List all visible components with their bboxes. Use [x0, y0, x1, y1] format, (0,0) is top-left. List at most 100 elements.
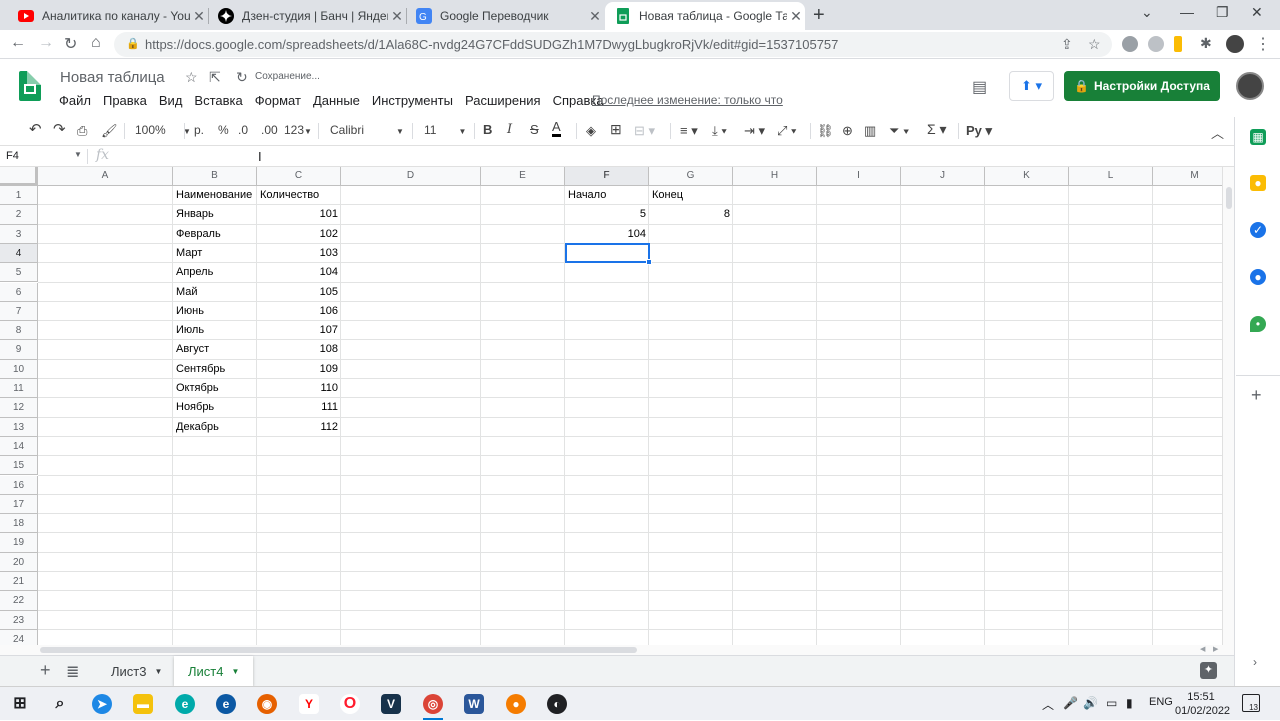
text-color-button[interactable]: A	[552, 120, 561, 137]
reload-icon[interactable]: ↻	[64, 34, 77, 54]
share-page-icon[interactable]: ⇪	[1061, 36, 1073, 53]
cell-c13[interactable]: 112	[257, 418, 341, 437]
extension-icon[interactable]	[1122, 36, 1138, 52]
move-folder-icon[interactable]: ⇱	[209, 69, 221, 86]
row-header-23[interactable]: 23	[0, 610, 38, 630]
notifications-icon[interactable]: 13	[1242, 694, 1260, 712]
column-header-d[interactable]: D	[341, 167, 481, 186]
edge-beta-icon[interactable]: e	[175, 694, 195, 714]
vertical-scroll-thumb[interactable]	[1226, 187, 1232, 209]
scroll-right-icon[interactable]: ▶	[1213, 645, 1218, 653]
network-icon[interactable]: ▭	[1106, 696, 1117, 710]
row-header-22[interactable]: 22	[0, 591, 38, 611]
column-header-h[interactable]: H	[733, 167, 817, 186]
paint-format-icon[interactable]: 🖌	[101, 123, 118, 139]
row-header-1[interactable]: 1	[0, 186, 38, 206]
chrome-icon[interactable]: ◎	[423, 694, 443, 714]
cell-c5[interactable]: 104	[257, 263, 341, 282]
row-header-24[interactable]: 24	[0, 629, 38, 645]
document-title[interactable]: Новая таблица	[60, 69, 165, 86]
menu-format[interactable]: Формат	[255, 93, 301, 108]
cell-b13[interactable]: Декабрь	[173, 418, 257, 437]
cell-b12[interactable]: Ноябрь	[173, 398, 257, 417]
menu-insert[interactable]: Вставка	[194, 93, 242, 108]
filter-icon[interactable]: ⏷ ▾	[889, 123, 909, 139]
close-tab-icon[interactable]: ✕	[388, 8, 406, 25]
file-explorer-icon[interactable]: ▬	[133, 694, 153, 714]
row-header-15[interactable]: 15	[0, 456, 38, 476]
spreadsheet-grid[interactable]: A B C D E F G H I J K L M 1 2 3 4 5 6 7 8 9 10 11 12 13 14 15 16 17 18…	[0, 167, 1222, 645]
row-header-20[interactable]: 20	[0, 552, 38, 572]
print-icon[interactable]: ⎙	[77, 123, 87, 139]
cell-c10[interactable]: 109	[257, 360, 341, 379]
yellow-extension-icon[interactable]	[1174, 36, 1182, 52]
column-header-a[interactable]: A	[38, 167, 173, 186]
profile-avatar-icon[interactable]	[1226, 35, 1244, 53]
row-header-11[interactable]: 11	[0, 379, 38, 399]
cell-c12[interactable]: 111	[257, 398, 341, 417]
cell-g1[interactable]: Конец	[649, 186, 733, 205]
cell-c7[interactable]: 106	[257, 302, 341, 321]
cell-f1[interactable]: Начало	[565, 186, 649, 205]
maps-icon[interactable]: •	[1250, 316, 1266, 332]
comments-icon[interactable]: ▤	[972, 77, 987, 97]
row-header-9[interactable]: 9	[0, 340, 38, 360]
vegas-icon[interactable]: V	[381, 694, 401, 714]
cell-b10[interactable]: Сентябрь	[173, 360, 257, 379]
redo-icon[interactable]: ↷	[53, 120, 66, 138]
present-button[interactable]: ⬆ ▾	[1009, 71, 1054, 101]
column-header-m[interactable]: M	[1153, 167, 1222, 186]
strikethrough-button[interactable]: S	[530, 122, 539, 137]
minimize-icon[interactable]: —	[1180, 4, 1194, 20]
share-button[interactable]: 🔒 Настройки Доступа	[1064, 71, 1220, 101]
firefox-icon[interactable]: ◉	[257, 694, 277, 714]
select-all-corner[interactable]	[0, 167, 38, 186]
keep-icon[interactable]: ●	[1250, 175, 1266, 191]
row-header-8[interactable]: 8	[0, 321, 38, 341]
scroll-left-icon[interactable]: ◀	[1200, 645, 1205, 653]
puzzle-extensions-icon[interactable]: ✱	[1200, 35, 1212, 52]
row-header-19[interactable]: 19	[0, 533, 38, 553]
more-menu-icon[interactable]: ⋮	[1255, 34, 1271, 54]
font-size-select[interactable]: 11 ▼	[424, 123, 466, 137]
cell-b11[interactable]: Октябрь	[173, 379, 257, 398]
telegram-icon[interactable]: ➤	[92, 694, 112, 714]
zoom-select[interactable]: 100% ▼	[135, 123, 191, 137]
cell-b8[interactable]: Июль	[173, 321, 257, 340]
percent-format-button[interactable]: %	[218, 123, 229, 137]
microphone-app-icon[interactable]: ●	[506, 694, 526, 714]
name-box[interactable]: F4	[6, 150, 19, 162]
contacts-icon[interactable]: ●	[1250, 269, 1266, 285]
all-sheets-icon[interactable]: ≣	[66, 662, 79, 682]
menu-extensions[interactable]: Расширения	[465, 93, 541, 108]
fill-color-icon[interactable]: ◈	[586, 123, 596, 139]
insert-comment-icon[interactable]: ⊕	[842, 123, 853, 139]
cell-c1[interactable]: Количество	[257, 186, 341, 205]
volume-icon[interactable]: 🔊	[1083, 696, 1098, 710]
expand-panel-icon[interactable]: ›	[1253, 655, 1257, 669]
calendar-icon[interactable]: ▦	[1250, 129, 1266, 145]
menu-file[interactable]: Файл	[59, 93, 91, 108]
cell-c11[interactable]: 110	[257, 379, 341, 398]
chevron-down-icon[interactable]: ▼	[154, 667, 162, 676]
cell-g2[interactable]: 8	[649, 205, 733, 224]
row-header-4[interactable]: 4	[0, 243, 38, 264]
row-header-3[interactable]: 3	[0, 224, 38, 244]
browser-tab-translate[interactable]: G Google Переводчик ✕	[406, 2, 604, 30]
cell-c4[interactable]: 103	[257, 244, 341, 263]
mic-tray-icon[interactable]: 🎤	[1063, 696, 1078, 710]
globe-extension-icon[interactable]	[1148, 36, 1164, 52]
edge-icon[interactable]: e	[216, 694, 236, 714]
active-cell-selection[interactable]	[565, 243, 650, 263]
cell-c8[interactable]: 107	[257, 321, 341, 340]
insert-link-icon[interactable]: ⛓	[817, 123, 834, 139]
column-header-b[interactable]: B	[173, 167, 257, 186]
currency-format-button[interactable]: р.	[194, 123, 204, 137]
chevron-down-icon[interactable]: ▼	[74, 150, 82, 159]
sheet-tab-list4[interactable]: Лист4 ▼	[174, 656, 254, 686]
text-wrap-icon[interactable]: ⇥ ▾	[744, 123, 765, 139]
tasks-icon[interactable]: ✓	[1250, 222, 1266, 238]
align-vertical-icon[interactable]: ⤓ ▾	[712, 123, 727, 139]
sheets-logo-icon[interactable]	[19, 71, 41, 101]
row-header-14[interactable]: 14	[0, 436, 38, 457]
